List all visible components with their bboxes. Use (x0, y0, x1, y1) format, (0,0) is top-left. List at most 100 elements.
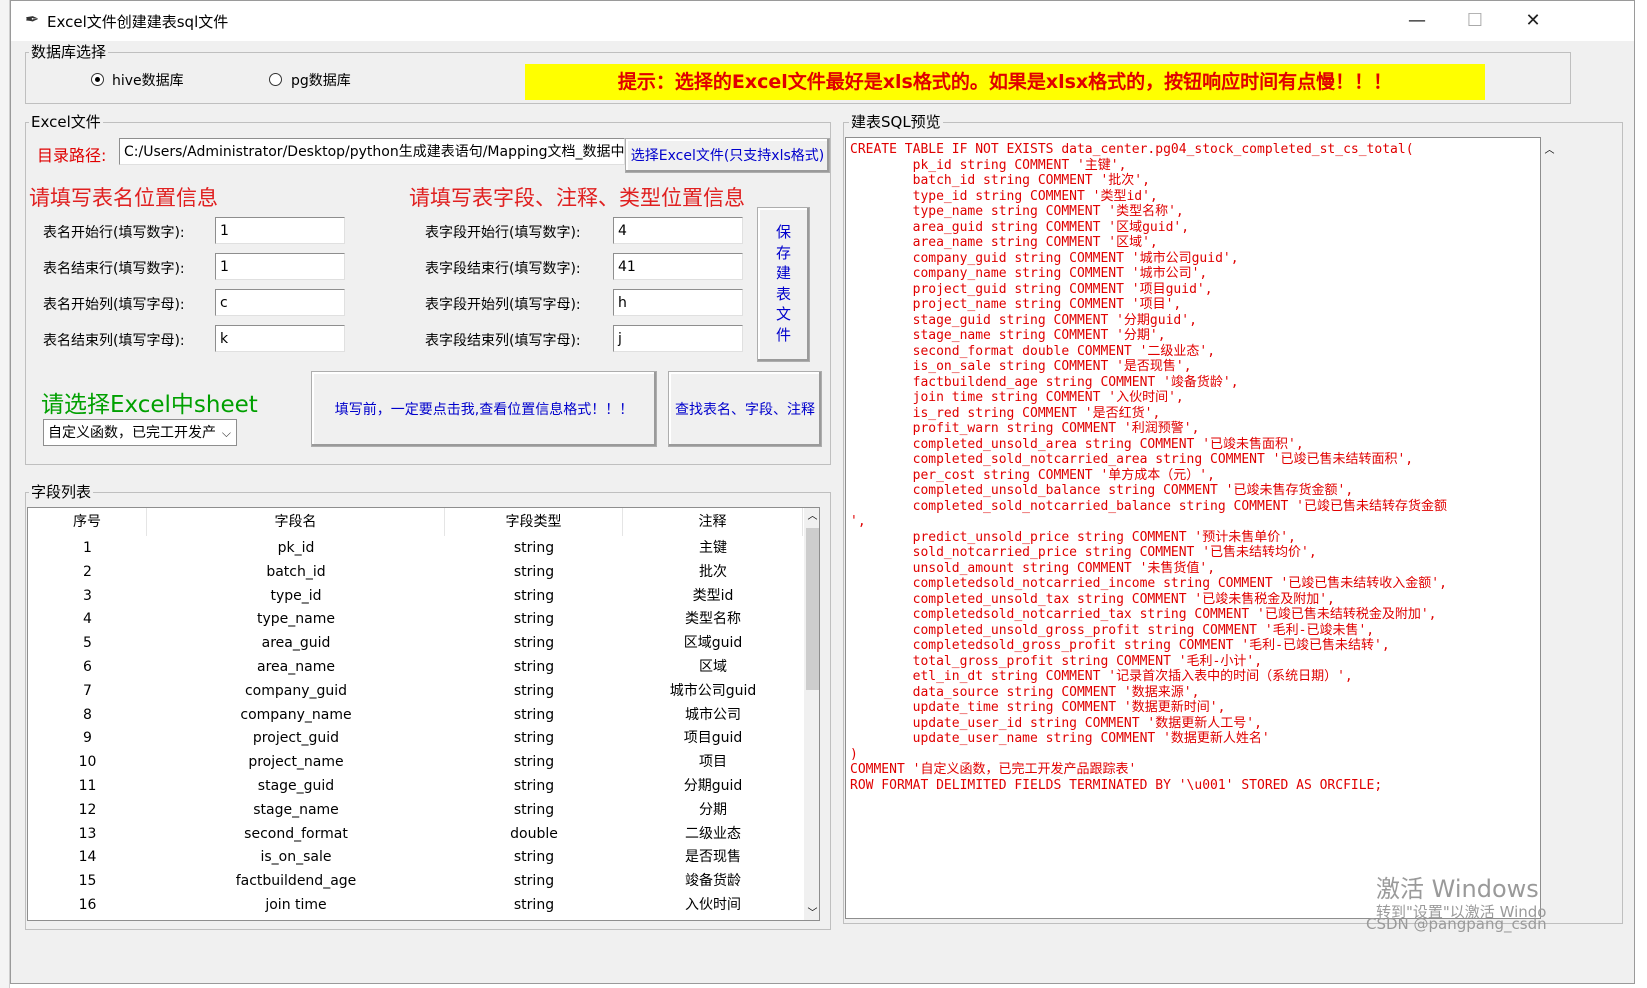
help-format-button[interactable]: 填写前，一定要点击我,查看位置信息格式！！！ (311, 371, 657, 447)
table-row[interactable]: 3 type_id string 类型id (28, 584, 803, 608)
find-fields-button[interactable]: 查找表名、字段、注释 (668, 371, 822, 447)
field-start-row-input[interactable]: 4 (613, 217, 743, 244)
table-end-row-input[interactable]: 1 (215, 253, 345, 280)
table-cell: string (513, 706, 555, 723)
minimize-button[interactable]: — (1388, 1, 1446, 41)
table-cell: is_on_sale (260, 849, 332, 866)
field-end-col-label: 表字段结束列(填写字母): (425, 333, 581, 349)
table-cell: 分期 (699, 801, 727, 818)
table-cell: company_guid (244, 682, 348, 699)
scroll-down-icon[interactable]: ﹀ (804, 905, 819, 920)
field-start-col-input[interactable]: h (613, 289, 743, 316)
table-cell: string (513, 730, 555, 747)
sheet-heading: 请选择Excel中sheet (41, 392, 258, 418)
table-cell: 1 (83, 540, 92, 556)
field-table: 序号 字段名 字段类型 注释 1 pk_idstring 主键 2 batch_id st… (27, 507, 820, 921)
table-row[interactable]: 14 is_on_sale string 是否现售 (28, 845, 803, 869)
column-header-field-type[interactable]: 字段类型 (445, 508, 623, 536)
table-start-col-input[interactable]: c (215, 289, 345, 316)
table-position-heading: 请填写表名位置信息 (29, 186, 218, 210)
table-cell: factbuildend_age (235, 873, 357, 890)
table-cell: string (513, 635, 555, 652)
field-position-heading: 请填写表字段、注释、类型位置信息 (409, 186, 745, 210)
table-row[interactable]: 7 company_guid string 城市公司guid (28, 679, 803, 703)
table-row[interactable]: 13 second_format double 二级业态 (28, 822, 803, 846)
table-cell: 主键 (699, 540, 727, 556)
table-cell: second_format (244, 825, 348, 842)
table-row[interactable]: 12 stage_name string 分期 (28, 798, 803, 822)
table-row[interactable]: 11 stage_guid string 分期guid (28, 774, 803, 798)
scroll-up-icon[interactable]: ︿ (1541, 141, 1558, 156)
table-cell: 城市公司guid (669, 682, 757, 699)
table-start-col-label: 表名开始列(填写字母): (43, 297, 185, 313)
save-table-file-button[interactable]: 保 存 建 表 文 件 (757, 207, 810, 362)
table-start-row-label: 表名开始行(填写数字): (43, 225, 185, 241)
table-row[interactable]: 2 batch_id string 批次 (28, 560, 803, 584)
sql-preview-text[interactable]: CREATE TABLE IF NOT EXISTS data_center.p… (845, 137, 1541, 919)
chevron-down-icon[interactable]: ⌵ (222, 422, 231, 444)
choose-excel-button[interactable]: 选择Excel文件(只支持xls格式) (625, 138, 830, 173)
field-list-label: 字段列表 (29, 483, 94, 501)
hive-radio[interactable] (91, 73, 104, 86)
table-row[interactable]: 5 area_guid string 区域guid (28, 631, 803, 655)
table-cell: 区域guid (683, 635, 743, 652)
sql-scrollbar[interactable]: ︿ (1541, 137, 1558, 919)
scroll-thumb[interactable] (806, 528, 819, 690)
table-cell: 二级业态 (685, 825, 741, 842)
column-header-comment[interactable]: 注释 (623, 508, 803, 536)
activation-watermark: 激活 Windows (1376, 875, 1539, 903)
table-cell: 5 (83, 635, 92, 652)
table-row[interactable]: 10 project_name string 项目 (28, 750, 803, 774)
csdn-watermark: CSDN @pangpang_csdn (1366, 915, 1547, 933)
table-cell: batch_id (266, 563, 326, 580)
table-cell: double (510, 825, 558, 842)
column-header-index[interactable]: 序号 (28, 508, 147, 536)
path-label: 目录路径: (37, 146, 107, 165)
close-button[interactable]: ✕ (1504, 1, 1562, 41)
sheet-selected-value: 自定义函数，已完工开发产 (48, 425, 216, 441)
field-end-row-label: 表字段结束行(填写数字): (425, 261, 581, 277)
path-input[interactable]: C:/Users/Administrator/Desktop/python生成建… (119, 138, 625, 165)
scroll-up-icon[interactable]: ︿ (804, 508, 819, 525)
table-cell: 是否现售 (685, 849, 741, 866)
table-start-row-input[interactable]: 1 (215, 217, 345, 244)
pg-radio-label[interactable]: pg数据库 (291, 70, 351, 90)
field-end-row-input[interactable]: 41 (613, 253, 743, 280)
table-cell: 16 (78, 897, 97, 913)
field-end-col-input[interactable]: j (613, 325, 743, 352)
pg-radio[interactable] (269, 73, 282, 86)
table-end-col-input[interactable]: k (215, 325, 345, 352)
table-cell: string (513, 873, 555, 890)
table-cell: string (513, 659, 555, 675)
table-row[interactable]: 4 type_name string 类型名称 (28, 607, 803, 631)
save-char: 文 (775, 305, 791, 323)
table-row[interactable]: 16 join time string 入伙时间 (28, 893, 803, 917)
table-cell: 批次 (699, 563, 727, 580)
table-cell: 城市公司 (685, 706, 741, 723)
table-cell: string (513, 587, 555, 604)
title-bar: ✒ Excel文件创建建表sql文件 — ☐ ✕ (11, 1, 1634, 41)
table-cell: pk_id (277, 540, 315, 556)
table-cell: 8 (83, 706, 92, 723)
column-header-field-name[interactable]: 字段名 (147, 508, 445, 536)
maximize-button[interactable]: ☐ (1446, 1, 1504, 41)
sql-preview-label: 建表SQL预览 (849, 113, 943, 131)
sheet-select[interactable]: 自定义函数，已完工开发产 ⌵ (43, 419, 237, 446)
table-row[interactable]: 6 area_name string 区域 (28, 655, 803, 679)
table-cell: 竣备货龄 (685, 873, 741, 890)
table-cell: 项目 (699, 754, 727, 771)
table-row[interactable]: 9 project_guid string 项目guid (28, 726, 803, 750)
table-scrollbar[interactable]: ︿ ﹀ (804, 508, 819, 920)
table-cell: 13 (78, 825, 97, 842)
field-start-col-label: 表字段开始列(填写字母): (425, 297, 581, 313)
table-cell: 6 (83, 659, 92, 675)
hive-radio-label[interactable]: hive数据库 (112, 70, 184, 90)
save-char: 件 (775, 325, 791, 344)
table-cell: 15 (78, 873, 97, 890)
table-row[interactable]: 15 factbuildend_age string 竣备货龄 (28, 869, 803, 893)
table-row[interactable]: 1 pk_id string 主键 (28, 536, 803, 560)
table-cell: string (513, 682, 555, 699)
table-row[interactable]: 8 company_name string 城市公司 (28, 703, 803, 727)
save-char: 存 (775, 243, 791, 262)
db-group-label: 数据库选择 (29, 43, 109, 61)
